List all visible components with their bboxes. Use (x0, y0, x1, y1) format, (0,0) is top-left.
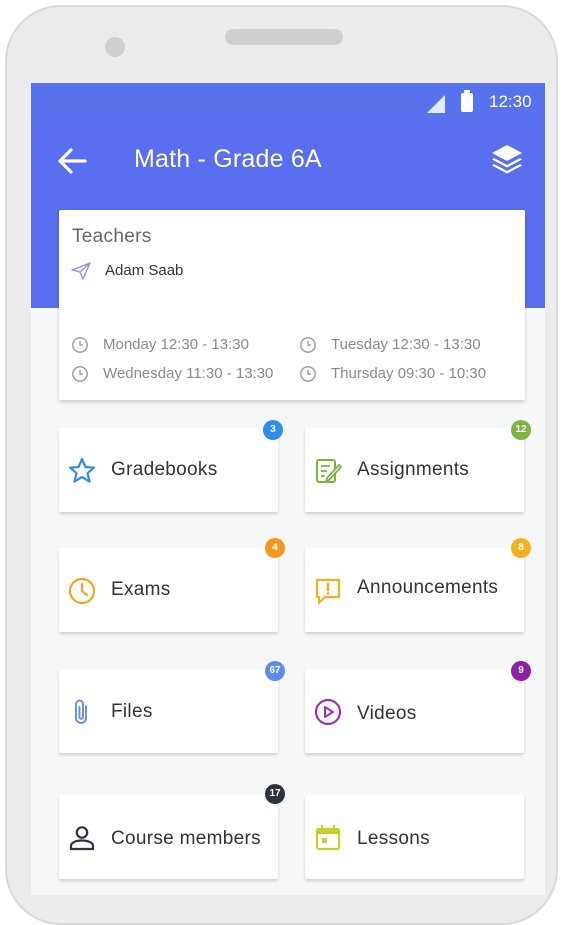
clock-icon (72, 337, 88, 353)
teacher-name[interactable]: Adam Saab (105, 262, 183, 279)
assignments-badge: 12 (511, 420, 531, 440)
tile-gradebooks[interactable]: Gradebooks (59, 428, 278, 512)
tile-label: Videos (357, 703, 417, 724)
signal-icon (427, 95, 445, 113)
star-icon (68, 457, 96, 483)
tile-lessons[interactable]: Lessons (305, 795, 524, 879)
exams-badge: 4 (265, 538, 285, 558)
tile-videos[interactable]: Videos (305, 669, 524, 753)
clock-icon (68, 577, 96, 605)
tile-label: Assignments (357, 459, 470, 480)
page-title: Math - Grade 6A (134, 145, 322, 173)
tile-files[interactable]: Files (59, 669, 278, 753)
files-badge: 67 (265, 661, 285, 681)
status-bar: 12:30 (31, 83, 545, 121)
announcements-badge: 8 (511, 538, 531, 558)
status-time: 12:30 (489, 92, 532, 111)
schedule-tuesday: Tuesday 12:30 - 13:30 (331, 336, 481, 353)
schedule-thursday: Thursday 09:30 - 10:30 (331, 365, 487, 382)
tile-label: Announcements (357, 577, 499, 598)
front-camera (105, 37, 125, 57)
announcement-icon (315, 578, 341, 605)
course-members-badge: 17 (265, 784, 285, 804)
teachers-card: Teachers Adam Saab Monday 12:30 - 13:30 … (59, 210, 525, 400)
gradebooks-badge: 3 (263, 420, 283, 440)
tile-label: Exams (111, 579, 171, 600)
schedule-monday: Monday 12:30 - 13:30 (103, 336, 249, 353)
person-icon (69, 826, 95, 851)
phone-frame: 12:30 Math - Grade 6A Teachers Adam Saab… (5, 5, 558, 925)
tile-label: Gradebooks (111, 459, 218, 480)
tile-label: Files (111, 701, 153, 722)
schedule-wednesday: Wednesday 11:30 - 13:30 (103, 365, 274, 382)
app-screen: 12:30 Math - Grade 6A Teachers Adam Saab… (31, 83, 545, 895)
clock-icon (300, 337, 316, 353)
send-icon[interactable] (71, 262, 91, 280)
clock-icon (300, 366, 316, 382)
tile-announcements[interactable]: Announcements (305, 548, 524, 632)
tile-exams[interactable]: Exams (59, 548, 278, 632)
tile-assignments[interactable]: Assignments (305, 428, 524, 512)
battery-icon (461, 90, 473, 112)
paperclip-icon (75, 699, 87, 724)
edit-note-icon (316, 459, 342, 483)
teachers-heading: Teachers (72, 226, 152, 247)
layers-icon[interactable] (489, 141, 525, 177)
tile-label: Course members (111, 828, 261, 849)
videos-badge: 9 (511, 661, 531, 681)
tile-course-members[interactable]: Course members (59, 795, 278, 879)
tile-label: Lessons (357, 828, 430, 849)
calendar-icon (315, 824, 341, 851)
play-circle-icon (314, 698, 342, 726)
back-arrow-icon[interactable] (55, 144, 89, 178)
clock-icon (72, 366, 88, 382)
earpiece-speaker (225, 29, 343, 45)
